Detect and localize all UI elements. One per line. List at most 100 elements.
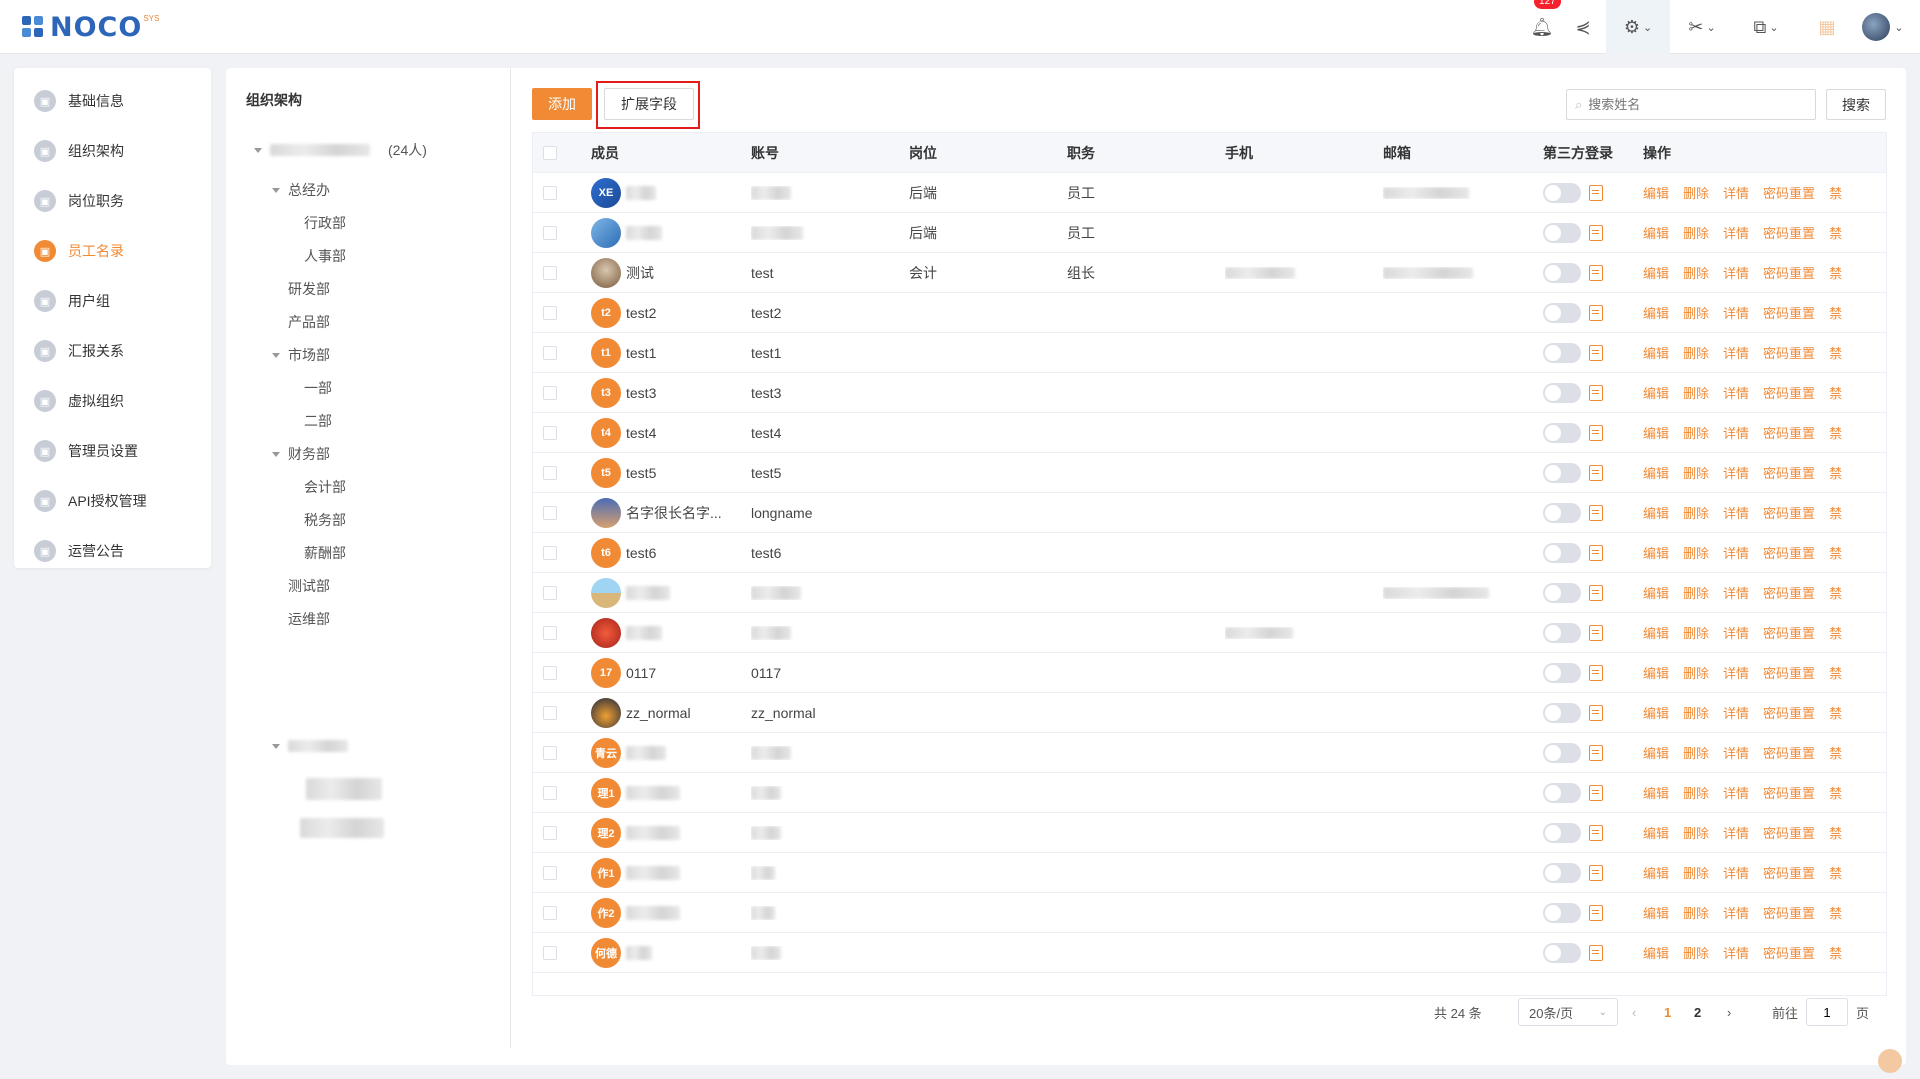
op-button[interactable]: 密码重置 — [1763, 543, 1815, 562]
op-button[interactable]: 删除 — [1683, 623, 1709, 642]
table-row[interactable]: t4 test4 test4 编辑删除详情密码重置禁用 — [533, 413, 1886, 453]
third-party-toggle[interactable] — [1543, 902, 1581, 923]
tree-node-blurred[interactable] — [306, 778, 382, 800]
sidebar-item-5[interactable]: ▣ 汇报关系 — [14, 326, 211, 376]
op-button[interactable]: 密码重置 — [1763, 863, 1815, 882]
tree-node[interactable]: 总经办 — [272, 180, 330, 200]
op-button[interactable]: 编辑 — [1643, 863, 1669, 882]
op-button[interactable]: 编辑 — [1643, 503, 1669, 522]
op-button[interactable]: 禁用 — [1829, 223, 1843, 242]
op-button[interactable]: 删除 — [1683, 743, 1709, 762]
table-row[interactable]: 青云 编辑删除详情密码重置禁用 — [533, 733, 1886, 773]
op-button[interactable]: 删除 — [1683, 903, 1709, 922]
op-button[interactable]: 删除 — [1683, 383, 1709, 402]
third-party-toggle[interactable] — [1543, 542, 1581, 563]
op-button[interactable]: 详情 — [1723, 663, 1749, 682]
row-checkbox[interactable] — [533, 585, 591, 600]
op-button[interactable]: 删除 — [1683, 343, 1709, 362]
op-button[interactable]: 密码重置 — [1763, 943, 1815, 962]
op-button[interactable]: 编辑 — [1643, 663, 1669, 682]
op-button[interactable]: 禁用 — [1829, 583, 1843, 602]
record-icon[interactable] — [1589, 584, 1603, 601]
page-2-button[interactable]: 2 — [1694, 998, 1701, 1026]
third-party-toggle[interactable] — [1543, 742, 1581, 763]
row-checkbox[interactable] — [533, 705, 591, 720]
notification-button[interactable]: 🔔︎ 127 — [1524, 0, 1561, 54]
sidebar-item-8[interactable]: ▣ API授权管理 — [14, 476, 211, 526]
op-button[interactable]: 删除 — [1683, 503, 1709, 522]
op-button[interactable]: 删除 — [1683, 863, 1709, 882]
tree-node[interactable]: 运维部 — [288, 609, 330, 629]
op-button[interactable]: 禁用 — [1829, 383, 1843, 402]
tree-node[interactable]: 一部 — [304, 378, 332, 398]
op-button[interactable]: 详情 — [1723, 863, 1749, 882]
op-button[interactable]: 详情 — [1723, 743, 1749, 762]
op-button[interactable]: 删除 — [1683, 263, 1709, 282]
record-icon[interactable] — [1589, 384, 1603, 401]
op-button[interactable]: 详情 — [1723, 823, 1749, 842]
op-button[interactable]: 禁用 — [1829, 863, 1843, 882]
op-button[interactable]: 编辑 — [1643, 463, 1669, 482]
op-button[interactable]: 编辑 — [1643, 343, 1669, 362]
table-row[interactable]: 编辑删除详情密码重置禁用 — [533, 573, 1886, 613]
row-checkbox[interactable] — [533, 185, 591, 200]
tree-node-blurred[interactable] — [300, 818, 384, 838]
op-button[interactable]: 禁用 — [1829, 943, 1843, 962]
table-row[interactable]: 编辑删除详情密码重置禁用 — [533, 613, 1886, 653]
op-button[interactable]: 详情 — [1723, 623, 1749, 642]
op-button[interactable]: 禁用 — [1829, 823, 1843, 842]
op-button[interactable]: 详情 — [1723, 343, 1749, 362]
record-icon[interactable] — [1589, 784, 1603, 801]
op-button[interactable]: 编辑 — [1643, 303, 1669, 322]
record-icon[interactable] — [1589, 944, 1603, 961]
table-row[interactable]: XE 后端 员工 编辑删除详情密码重置禁用 — [533, 173, 1886, 213]
op-button[interactable]: 删除 — [1683, 303, 1709, 322]
noco-logo[interactable]: NOCO SYS — [22, 12, 159, 43]
op-button[interactable]: 密码重置 — [1763, 503, 1815, 522]
row-checkbox[interactable] — [533, 505, 591, 520]
plugin-menu[interactable]: ⧉ ⌄ — [1734, 0, 1798, 54]
op-button[interactable]: 禁用 — [1829, 623, 1843, 642]
third-party-toggle[interactable] — [1543, 302, 1581, 323]
select-all-checkbox[interactable] — [533, 145, 591, 160]
op-button[interactable]: 禁用 — [1829, 463, 1843, 482]
op-button[interactable]: 密码重置 — [1763, 663, 1815, 682]
op-button[interactable]: 删除 — [1683, 423, 1709, 442]
goto-page-input[interactable] — [1806, 998, 1849, 1026]
sidebar-item-2[interactable]: ▣ 岗位职务 — [14, 176, 211, 226]
op-button[interactable]: 详情 — [1723, 903, 1749, 922]
op-button[interactable]: 详情 — [1723, 383, 1749, 402]
user-menu[interactable]: ⌄ — [1856, 0, 1920, 54]
record-icon[interactable] — [1589, 624, 1603, 641]
row-checkbox[interactable] — [533, 265, 591, 280]
record-icon[interactable] — [1589, 224, 1603, 241]
row-checkbox[interactable] — [533, 345, 591, 360]
table-row[interactable]: 理1 编辑删除详情密码重置禁用 — [533, 773, 1886, 813]
row-checkbox[interactable] — [533, 545, 591, 560]
row-checkbox[interactable] — [533, 825, 591, 840]
op-button[interactable]: 禁用 — [1829, 783, 1843, 802]
row-checkbox[interactable] — [533, 745, 591, 760]
op-button[interactable]: 禁用 — [1829, 263, 1843, 282]
op-button[interactable]: 删除 — [1683, 183, 1709, 202]
op-button[interactable]: 禁用 — [1829, 183, 1843, 202]
op-button[interactable]: 编辑 — [1643, 623, 1669, 642]
table-row[interactable]: 后端 员工 编辑删除详情密码重置禁用 — [533, 213, 1886, 253]
op-button[interactable]: 编辑 — [1643, 263, 1669, 282]
op-button[interactable]: 编辑 — [1643, 583, 1669, 602]
record-icon[interactable] — [1589, 904, 1603, 921]
sidebar-item-7[interactable]: ▣ 管理员设置 — [14, 426, 211, 476]
row-checkbox[interactable] — [533, 425, 591, 440]
row-checkbox[interactable] — [533, 945, 591, 960]
table-row[interactable]: t5 test5 test5 编辑删除详情密码重置禁用 — [533, 453, 1886, 493]
third-party-toggle[interactable] — [1543, 702, 1581, 723]
op-button[interactable]: 删除 — [1683, 943, 1709, 962]
tree-node-blurred[interactable] — [272, 740, 348, 752]
op-button[interactable]: 禁用 — [1829, 423, 1843, 442]
op-button[interactable]: 密码重置 — [1763, 703, 1815, 722]
op-button[interactable]: 编辑 — [1643, 943, 1669, 962]
search-input[interactable] — [1588, 97, 1789, 112]
op-button[interactable]: 详情 — [1723, 703, 1749, 722]
third-party-toggle[interactable] — [1543, 262, 1581, 283]
tree-node[interactable]: 税务部 — [304, 510, 346, 530]
